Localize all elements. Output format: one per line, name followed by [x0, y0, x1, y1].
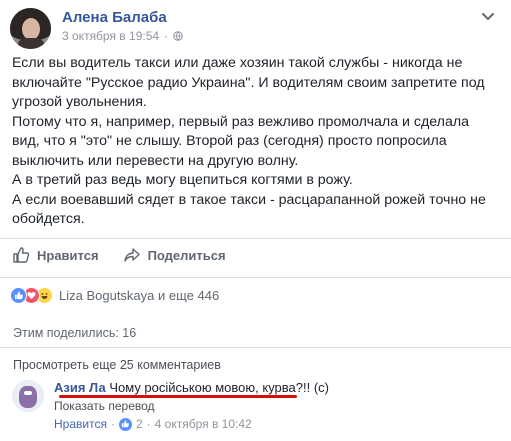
globe-icon [173, 31, 183, 41]
post-date[interactable]: 3 октября в 19:54 [62, 29, 159, 43]
like-label: Нравится [37, 247, 99, 263]
share-button[interactable]: Поделиться [123, 246, 226, 264]
meta-dot: · [146, 417, 151, 431]
reactions-summary[interactable]: Liza Bogutskaya и еще 446 [10, 287, 219, 304]
post-paragraph: А в третий раз ведь могу вцепиться когтя… [12, 172, 353, 188]
like-reaction-icon [10, 287, 27, 304]
reaction-names[interactable]: Liza Bogutskaya и еще 446 [59, 288, 219, 303]
meta-dot: · [110, 417, 115, 431]
divider [0, 238, 511, 239]
share-arrow-icon [123, 248, 140, 262]
share-label: Поделиться [147, 247, 226, 263]
share-count[interactable]: Этим поделились: 16 [13, 326, 136, 340]
like-button[interactable]: Нравится [12, 246, 99, 264]
comment-body: Азия Ла Чому російською мовою, курва?!! … [54, 380, 329, 395]
meta-separator: · [164, 29, 169, 43]
post-header: Алена Балаба 3 октября в 19:54 · [10, 8, 500, 52]
comment-date[interactable]: 4 октября в 10:42 [155, 417, 252, 431]
commenter-name[interactable]: Азия Ла [54, 380, 106, 395]
author-avatar[interactable] [10, 8, 51, 49]
post-paragraph: А если воевавший сядет в такое такси - р… [12, 191, 486, 228]
comment-like-count[interactable]: 2 [136, 417, 143, 431]
view-more-comments-link[interactable]: Просмотреть еще 25 комментариев [13, 358, 221, 372]
chevron-down-icon[interactable] [478, 6, 498, 26]
comment-meta: Нравится · 2 · 4 октября в 10:42 [54, 417, 252, 431]
post-meta: 3 октября в 19:54 · [62, 29, 183, 43]
author-name[interactable]: Алена Балаба [62, 9, 167, 26]
divider [0, 277, 511, 278]
comment-like-link[interactable]: Нравится [54, 417, 107, 431]
comment-item: Азия Ла Чому російською мовою, курва?!! … [12, 380, 502, 431]
post-paragraph: Если вы водитель такси или даже хозяин т… [12, 55, 485, 110]
commenter-avatar[interactable] [12, 380, 44, 412]
comment-text: Чому російською мовою, курва?!! (с) [109, 380, 330, 395]
thumbs-up-icon [13, 247, 30, 263]
show-translation-link[interactable]: Показать перевод [54, 399, 155, 413]
divider [0, 347, 511, 348]
post-actions: Нравится Поделиться [12, 246, 226, 264]
comment-like-count-icon [118, 417, 132, 431]
post-text: Если вы водитель такси или даже хозяин т… [12, 54, 500, 230]
post-paragraph: Потому что я, например, первый раз вежли… [12, 113, 470, 169]
red-underline-annotation [59, 395, 297, 398]
